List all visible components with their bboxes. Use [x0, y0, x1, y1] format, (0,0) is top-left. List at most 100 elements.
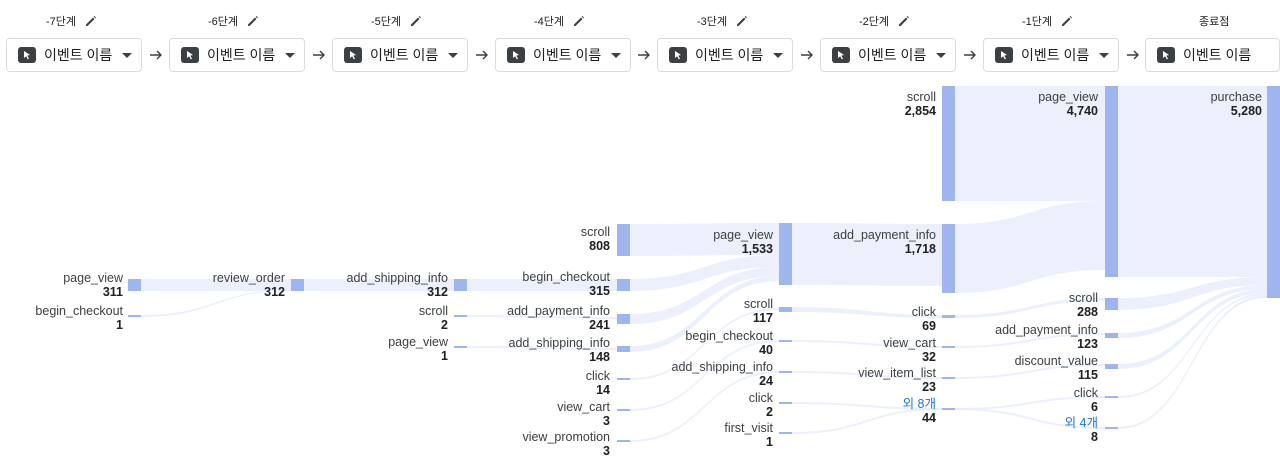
node-bar[interactable]: [617, 279, 630, 291]
node-value: 123: [1077, 337, 1098, 351]
node-label: view_cart 3: [557, 400, 610, 428]
arrow-right-icon: [313, 50, 325, 60]
node-bar[interactable]: [617, 409, 630, 411]
step-dropdown-4[interactable]: 이벤트 이름: [495, 38, 631, 72]
node-name: page_view: [713, 228, 773, 242]
node-bar[interactable]: [779, 340, 792, 342]
dropdown-value: 이벤트 이름: [207, 47, 276, 63]
node-bar[interactable]: [1105, 364, 1118, 369]
node-bar[interactable]: [1105, 396, 1118, 398]
node-value: 148: [589, 350, 610, 364]
node-name: scroll: [1068, 291, 1098, 305]
step-label-text: -2단계: [859, 16, 890, 28]
node-bar[interactable]: [454, 279, 467, 291]
node-bar[interactable]: [942, 408, 955, 410]
node-label: begin_checkout 315: [522, 270, 610, 298]
arrow-right-icon: [476, 50, 488, 60]
caret-down-icon: [448, 53, 458, 58]
node-bar[interactable]: [942, 86, 955, 201]
node-bar[interactable]: [454, 315, 467, 317]
pencil-icon[interactable]: [572, 14, 586, 28]
step-label-text: -6단계: [208, 16, 239, 28]
more-link[interactable]: 외 4개: [1065, 416, 1098, 430]
node-name: begin_checkout: [35, 304, 123, 318]
node-label: page_view 1: [388, 335, 448, 363]
node-label[interactable]: 외 8개 44: [903, 397, 936, 425]
node-bar[interactable]: [1105, 298, 1118, 310]
node-label: add_shipping_info 148: [509, 336, 610, 364]
node-name: click: [911, 305, 936, 319]
pencil-icon[interactable]: [735, 14, 749, 28]
node-bar[interactable]: [942, 346, 955, 348]
node-label[interactable]: 외 4개 8: [1065, 416, 1098, 444]
node-value: 117: [752, 311, 773, 325]
node-name: begin_checkout: [685, 329, 773, 343]
node-value: 311: [102, 285, 123, 299]
pencil-icon[interactable]: [246, 14, 260, 28]
step-dropdown-2[interactable]: 이벤트 이름: [820, 38, 956, 72]
node-value: 808: [589, 239, 610, 253]
node-bar[interactable]: [779, 402, 792, 404]
step-dropdown-3[interactable]: 이벤트 이름: [657, 38, 793, 72]
pencil-icon[interactable]: [84, 14, 98, 28]
node-label: add_payment_info 241: [507, 304, 610, 332]
node-value: 44: [922, 411, 936, 425]
step-label-text: 종료점: [1199, 16, 1230, 28]
node-bar[interactable]: [1105, 333, 1118, 338]
step-dropdown-1[interactable]: 이벤트 이름: [983, 38, 1119, 72]
step-dropdown-end[interactable]: 이벤트 이름: [1145, 38, 1280, 72]
node-value: 115: [1077, 368, 1098, 382]
node-bar[interactable]: [942, 377, 955, 379]
node-value: 8: [1091, 430, 1098, 444]
node-bar[interactable]: [617, 224, 630, 256]
pencil-icon[interactable]: [897, 14, 911, 28]
node-label: page_view 4,740: [1038, 90, 1098, 118]
node-bar[interactable]: [1105, 427, 1118, 429]
node-value: 315: [589, 284, 610, 298]
node-bar[interactable]: [942, 224, 955, 293]
node-bar[interactable]: [617, 314, 630, 324]
node-value: 40: [759, 343, 773, 357]
node-bar[interactable]: [779, 223, 792, 285]
node-bar[interactable]: [617, 440, 630, 442]
node-name: scroll: [580, 225, 610, 239]
caret-down-icon: [122, 53, 132, 58]
pencil-icon[interactable]: [409, 14, 423, 28]
node-label: add_payment_info 123: [995, 323, 1098, 351]
pencil-icon[interactable]: [1060, 14, 1074, 28]
node-bar[interactable]: [1267, 86, 1280, 298]
step-label-text: -1단계: [1022, 16, 1053, 28]
node-name: add_payment_info: [995, 323, 1098, 337]
node-bar[interactable]: [291, 279, 304, 291]
node-bar[interactable]: [1105, 86, 1118, 277]
dropdown-value: 이벤트 이름: [1021, 47, 1090, 63]
node-bar[interactable]: [617, 378, 630, 380]
more-link[interactable]: 외 8개: [903, 397, 936, 411]
node-label: page_view 311: [63, 271, 123, 299]
step-dropdown-6[interactable]: 이벤트 이름: [169, 38, 305, 72]
node-bar[interactable]: [779, 371, 792, 373]
node-name: add_shipping_info: [346, 271, 448, 285]
node-bar[interactable]: [617, 346, 630, 352]
dropdown-value: 이벤트 이름: [1183, 47, 1252, 63]
node-bar[interactable]: [128, 315, 141, 317]
node-bar[interactable]: [454, 346, 467, 348]
node-label: purchase 5,280: [1211, 90, 1262, 118]
node-label: scroll 117: [744, 297, 773, 325]
arrow-right-icon: [150, 50, 162, 60]
step-dropdown-7[interactable]: 이벤트 이름: [6, 38, 142, 72]
node-value: 24: [759, 374, 773, 388]
node-label: view_promotion 3: [522, 430, 610, 458]
node-name: review_order: [212, 271, 285, 285]
node-bar[interactable]: [128, 279, 141, 291]
dropdown-value: 이벤트 이름: [533, 47, 602, 63]
node-label: scroll 288: [1069, 291, 1098, 319]
node-label: view_cart 32: [883, 336, 936, 364]
node-bar[interactable]: [779, 432, 792, 434]
node-label: begin_checkout 1: [35, 304, 123, 332]
node-bar[interactable]: [942, 315, 955, 318]
step-dropdown-5[interactable]: 이벤트 이름: [332, 38, 468, 72]
node-value: 5,280: [1230, 104, 1262, 118]
node-bar[interactable]: [779, 307, 792, 312]
step-label-end: 종료점: [1199, 13, 1229, 29]
